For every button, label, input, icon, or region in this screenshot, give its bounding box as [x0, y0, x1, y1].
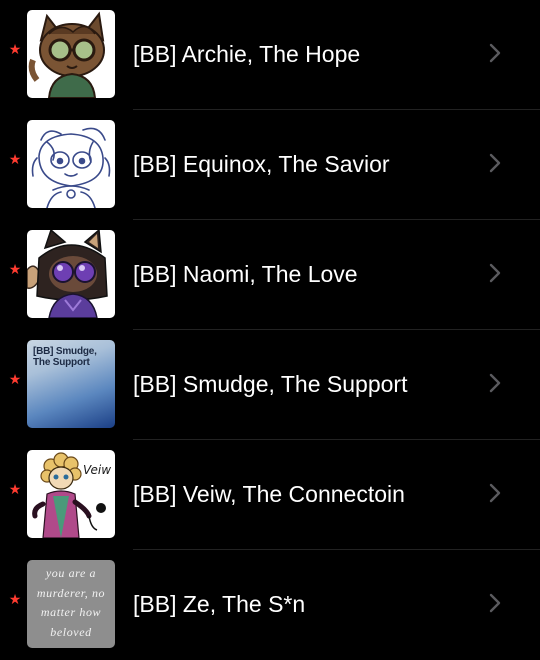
ze-quote-image: you are a murderer, no matter how belove… [27, 560, 115, 648]
thumbnail-archie [27, 10, 115, 98]
chevron-right-icon [489, 153, 501, 173]
chevron-right-icon [489, 593, 501, 613]
chevron-right-icon [489, 263, 501, 283]
list-item-veiw[interactable]: ★ Veiw [BB] Veiw, The Connectoin [0, 440, 540, 550]
list-item-equinox[interactable]: ★ [BB] Equinox, The Savior [0, 110, 540, 220]
veiw-art-image: Veiw [27, 450, 115, 538]
thumbnail-naomi [27, 230, 115, 318]
thumbnail-veiw: Veiw [27, 450, 115, 538]
thumbnail-ze: you are a murderer, no matter how belove… [27, 560, 115, 648]
item-title: [BB] Ze, The S*n [133, 591, 306, 617]
equinox-sketch-image [27, 120, 115, 208]
archie-art-image [27, 10, 115, 98]
pinned-star-icon: ★ [8, 42, 22, 58]
item-title: [BB] Equinox, The Savior [133, 151, 390, 177]
naomi-art-image [27, 230, 115, 318]
thumbnail-caption: you are a murderer, no matter how belove… [36, 566, 106, 639]
pinned-star-icon: ★ [8, 592, 22, 608]
item-title: [BB] Archie, The Hope [133, 41, 361, 67]
item-title: [BB] Naomi, The Love [133, 261, 358, 287]
thumbnail-caption: [BB] Smudge, The Support [33, 346, 97, 368]
pinned-star-icon: ★ [8, 372, 22, 388]
chevron-right-icon [489, 483, 501, 503]
list-item-smudge[interactable]: ★ [BB] Smudge, The Support [BB] Smudge, … [0, 330, 540, 440]
list-item-archie[interactable]: ★ [BB] Archie, The Hope [0, 0, 540, 110]
item-title: [BB] Veiw, The Connectoin [133, 481, 405, 507]
item-title: [BB] Smudge, The Support [133, 371, 408, 397]
pinned-star-icon: ★ [8, 482, 22, 498]
thumbnail-caption: Veiw [83, 463, 111, 477]
pinned-star-icon: ★ [8, 152, 22, 168]
chevron-right-icon [489, 43, 501, 63]
thumbnail-equinox [27, 120, 115, 208]
list-item-naomi[interactable]: ★ [BB] Naomi, The Love [0, 220, 540, 330]
smudge-gradient-image: [BB] Smudge, The Support [27, 340, 115, 428]
list-item-ze[interactable]: ★ you are a murderer, no matter how belo… [0, 550, 540, 660]
character-list: ★ [BB] Archie, The Hope ★ [BB] Equinox, … [0, 0, 540, 660]
thumbnail-smudge: [BB] Smudge, The Support [27, 340, 115, 428]
pinned-star-icon: ★ [8, 262, 22, 278]
chevron-right-icon [489, 373, 501, 393]
